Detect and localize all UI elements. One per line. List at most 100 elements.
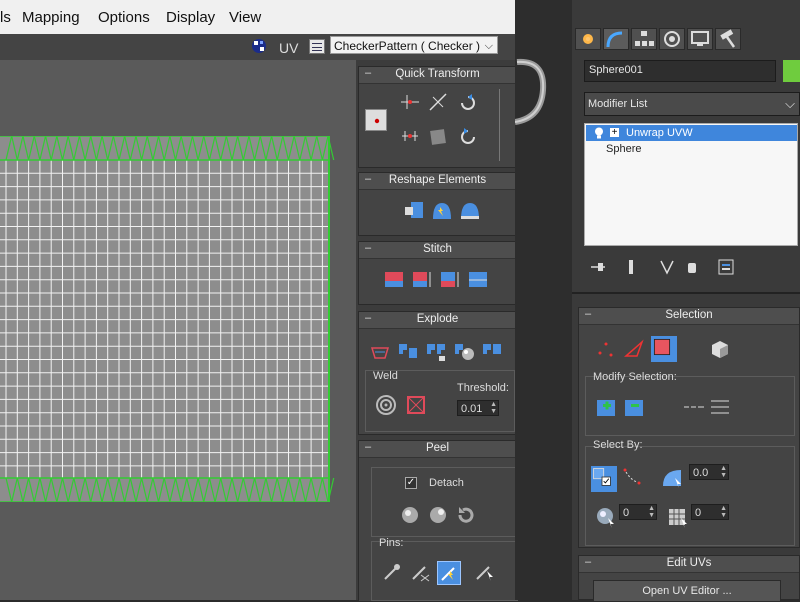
rotate-cw-button[interactable] <box>457 91 479 113</box>
unpin-button[interactable] <box>409 561 431 583</box>
align-to-pivot-button[interactable] <box>365 109 387 131</box>
straighten-selection-button[interactable] <box>403 199 425 221</box>
break-button[interactable] <box>369 340 391 362</box>
vertex-select-button[interactable] <box>595 338 617 360</box>
ring-selection-button[interactable] <box>709 396 731 418</box>
stack-item-unwrap-uvw[interactable]: + Unwrap UVW <box>586 125 797 141</box>
checker-map-icon[interactable] <box>251 38 267 54</box>
rollout-header[interactable]: – Peel <box>359 441 516 458</box>
rollout-title: Reshape Elements <box>388 174 487 186</box>
menu-mapping[interactable]: Mapping <box>22 9 80 26</box>
tab-hierarchy[interactable] <box>631 28 657 50</box>
auto-pin-button[interactable] <box>437 561 461 585</box>
spinner-arrows-icon[interactable]: ▲ ▼ <box>490 401 497 415</box>
expand-plus-icon[interactable]: + <box>610 128 619 138</box>
configure-modifier-sets-icon[interactable] <box>717 258 735 276</box>
rollout-header[interactable]: – Edit UVs <box>579 556 799 573</box>
object-name-field[interactable]: Sphere001 <box>584 60 776 82</box>
pins-label: Pins: <box>379 537 404 549</box>
explode-by-smoothing-button[interactable] <box>425 340 447 362</box>
explode-by-group-button[interactable] <box>397 340 419 362</box>
tab-motion[interactable] <box>659 28 685 50</box>
spinner-arrows-icon[interactable]: ▲ ▼ <box>648 505 655 519</box>
space-horizontal-button[interactable] <box>399 125 421 147</box>
tab-utilities[interactable] <box>715 28 741 50</box>
pin-button[interactable] <box>381 561 403 583</box>
rollout-reshape-elements: – Reshape Elements <box>358 172 517 236</box>
align-diagonal-button[interactable] <box>427 91 449 113</box>
rollout-selection: – Selection Modify Selection: Select By:… <box>578 307 800 548</box>
quick-peel-button[interactable] <box>399 503 421 525</box>
stitch-to-source-button[interactable] <box>439 268 461 290</box>
auto-pin-icon <box>441 567 455 581</box>
list-icon[interactable] <box>309 39 325 54</box>
uv-viewport[interactable] <box>0 60 356 600</box>
reset-peel-button[interactable] <box>455 503 477 525</box>
remove-modifier-icon[interactable] <box>683 258 701 276</box>
planar-angle-button[interactable] <box>661 466 683 488</box>
open-uv-editor-button[interactable]: Open UV Editor ... <box>593 580 781 602</box>
texture-dropdown[interactable]: CheckerPattern ( Checker ) ⌵ <box>330 36 498 54</box>
show-end-result-icon[interactable] <box>622 258 640 276</box>
modifier-list-label: Modifier List <box>588 98 648 110</box>
spinner-arrows-icon[interactable]: ▲ ▼ <box>720 505 727 519</box>
rotate-ccw-button[interactable] <box>457 125 479 147</box>
scale-element-button[interactable] <box>427 125 449 147</box>
relax-button[interactable] <box>431 199 453 221</box>
rollout-header[interactable]: – Stitch <box>359 242 516 259</box>
rollout-header[interactable]: – Reshape Elements <box>359 173 516 190</box>
select-by-smoothing-button[interactable] <box>595 506 617 528</box>
peel-icon <box>402 507 418 523</box>
stitch-source-icon <box>441 272 459 287</box>
make-unique-icon[interactable] <box>658 258 676 276</box>
smoothing-group-spinner[interactable]: 0 ▲ ▼ <box>619 504 657 520</box>
stitch-to-target-button[interactable] <box>383 268 405 290</box>
menu-tools[interactable]: ls <box>0 9 11 26</box>
point-to-point-select-button[interactable] <box>621 466 643 488</box>
planar-angle-icon <box>663 470 681 488</box>
loop-selection-button[interactable] <box>683 396 705 418</box>
polygon-select-button[interactable] <box>651 336 677 362</box>
tab-modify[interactable] <box>603 28 629 50</box>
explode-material-icon <box>455 344 474 360</box>
weld-target-button[interactable] <box>375 394 397 416</box>
pin-stack-icon[interactable] <box>589 258 607 276</box>
polygon-icon <box>653 338 671 356</box>
uv-channel-label[interactable]: UV <box>279 40 298 56</box>
stack-item-sphere[interactable]: Sphere <box>586 141 797 157</box>
select-pins-button[interactable] <box>473 561 495 583</box>
threshold-spinner[interactable]: 0.01 ▲ ▼ <box>457 400 499 416</box>
tab-create[interactable] <box>575 28 601 50</box>
rollout-header[interactable]: – Selection <box>579 308 799 325</box>
relax-until-flat-button[interactable] <box>459 199 481 221</box>
rollout-panel: – Quick Transform – Reshape Elements – S… <box>356 60 518 602</box>
menu-display[interactable]: Display <box>166 9 215 26</box>
peel-mode-button[interactable] <box>427 503 449 525</box>
spinner-arrows-icon[interactable]: ▲ ▼ <box>720 465 727 479</box>
select-by-material-button[interactable] <box>667 506 689 528</box>
stitch-average-button[interactable] <box>411 268 433 290</box>
break-icon <box>370 347 390 359</box>
tab-display[interactable] <box>687 28 713 50</box>
menu-options[interactable]: Options <box>98 9 150 26</box>
detach-checkbox[interactable]: ✓ <box>405 477 417 489</box>
material-id-spinner[interactable]: 0 ▲ ▼ <box>691 504 729 520</box>
shrink-selection-button[interactable] <box>623 396 645 418</box>
modifier-list-dropdown[interactable]: Modifier List ⌵ <box>584 92 800 116</box>
grow-selection-button[interactable] <box>595 396 617 418</box>
edge-select-button[interactable] <box>623 338 645 360</box>
select-by-element-uv-toggle[interactable] <box>591 466 617 492</box>
element-select-button[interactable] <box>709 338 731 360</box>
planar-angle-spinner[interactable]: 0.0 ▲ ▼ <box>689 464 729 480</box>
explode-all-button[interactable] <box>481 340 503 362</box>
stitch-custom-button[interactable] <box>467 268 489 290</box>
rollout-header[interactable]: – Quick Transform <box>359 67 516 84</box>
weld-selected-button[interactable] <box>405 394 427 416</box>
lightbulb-icon[interactable] <box>594 127 604 139</box>
align-horizontal-button[interactable] <box>399 91 421 113</box>
object-color-swatch[interactable] <box>783 60 800 82</box>
menu-view[interactable]: View <box>229 9 261 26</box>
uv-mesh-grid[interactable] <box>0 136 336 502</box>
explode-by-material-button[interactable] <box>453 340 475 362</box>
rollout-header[interactable]: – Explode <box>359 312 516 329</box>
